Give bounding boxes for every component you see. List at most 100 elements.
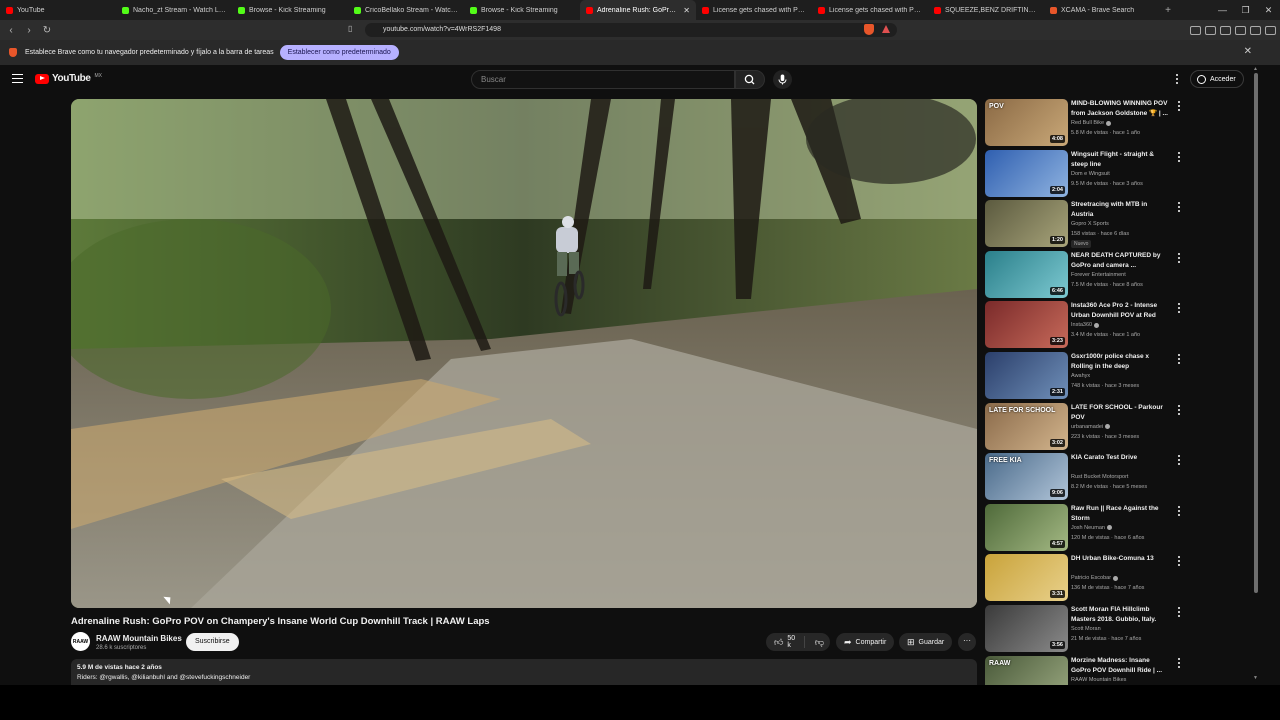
- video-thumbnail[interactable]: 3:23: [985, 301, 1068, 349]
- related-video-card[interactable]: RAAW Morzine Madness: Insane GoPro POV Do…: [985, 655, 1190, 685]
- wallet-icon[interactable]: [1220, 25, 1231, 35]
- video-thumbnail[interactable]: 3:31: [985, 554, 1068, 602]
- related-channel[interactable]: urbanamadei: [1071, 424, 1111, 430]
- share-button[interactable]: ➦ Compartir: [836, 633, 895, 651]
- video-thumbnail[interactable]: RAAW: [985, 655, 1068, 685]
- menu-icon[interactable]: [1265, 25, 1276, 35]
- video-thumbnail[interactable]: FREE KIA 9:06: [985, 453, 1068, 501]
- related-channel[interactable]: Gopro X Sports: [1071, 221, 1109, 227]
- search-button[interactable]: [735, 70, 765, 89]
- browser-tab[interactable]: Nacho_zt Stream - Watch Live on Kick: [116, 0, 232, 20]
- close-tab-icon[interactable]: ✕: [683, 6, 690, 15]
- bookmark-icon[interactable]: ▯: [348, 24, 352, 33]
- related-video-card[interactable]: 6:46 NEAR DEATH CAPTURED by GoPro and cam…: [985, 250, 1190, 299]
- browser-tab[interactable]: CricoBellako Stream - Watch Live on Kick: [348, 0, 464, 20]
- video-player[interactable]: [71, 99, 977, 608]
- related-channel[interactable]: Rust Bucket Motorsport: [1071, 474, 1128, 480]
- related-video-title[interactable]: KIA Carato Test Drive: [1071, 453, 1171, 463]
- page-scrollbar[interactable]: ▲ ▼: [1252, 65, 1260, 685]
- related-channel[interactable]: Scott Moran: [1071, 626, 1101, 632]
- channel-avatar[interactable]: RAAW: [71, 632, 90, 651]
- scroll-down-icon[interactable]: ▼: [1253, 675, 1258, 681]
- sidebar-icon[interactable]: [1205, 25, 1216, 35]
- related-channel[interactable]: Patricio Escobar: [1071, 575, 1119, 581]
- related-video-title[interactable]: NEAR DEATH CAPTURED by GoPro and camera …: [1071, 251, 1171, 271]
- more-actions-button[interactable]: ···: [958, 633, 976, 651]
- more-options-icon[interactable]: [1178, 505, 1181, 517]
- related-video-title[interactable]: Scott Moran FIA Hillclimb Masters 2018. …: [1071, 605, 1171, 625]
- related-video-title[interactable]: LATE FOR SCHOOL - Parkour POV: [1071, 403, 1171, 423]
- browser-tab[interactable]: Browse - Kick Streaming: [464, 0, 580, 20]
- settings-more-icon[interactable]: [1176, 74, 1179, 85]
- channel-name[interactable]: RAAW Mountain Bikes: [96, 634, 182, 643]
- more-options-icon[interactable]: [1178, 202, 1181, 213]
- related-video-title[interactable]: Gsxr1000r police chase x Rolling in the …: [1071, 352, 1171, 372]
- more-options-icon[interactable]: [1178, 657, 1181, 669]
- more-options-icon[interactable]: [1178, 101, 1181, 112]
- back-icon[interactable]: ‹: [4, 25, 18, 36]
- video-thumbnail[interactable]: LATE FOR SCHOOL 3:02: [985, 402, 1068, 450]
- related-channel[interactable]: Josh Neuman: [1071, 525, 1112, 531]
- hamburger-menu-icon[interactable]: [12, 74, 23, 83]
- more-options-icon[interactable]: [1178, 252, 1181, 264]
- dislike-button[interactable]: 👎︎: [809, 637, 830, 647]
- browser-tab[interactable]: License gets chased with Punchman: [812, 0, 928, 20]
- browser-tab[interactable]: XCAMA - Brave Search: [1044, 0, 1160, 20]
- related-channel[interactable]: Dom e Wingsuit: [1071, 171, 1110, 177]
- related-video-title[interactable]: MIND-BLOWING WINNING POV from Jackson Go…: [1071, 99, 1171, 119]
- related-video-title[interactable]: Morzine Madness: Insane GoPro POV Downhi…: [1071, 656, 1171, 676]
- related-video-title[interactable]: Raw Run || Race Against the Storm: [1071, 504, 1171, 524]
- more-options-icon[interactable]: [1178, 607, 1181, 618]
- like-button[interactable]: 👍︎ 50 k: [766, 635, 805, 649]
- related-video-card[interactable]: 2:04 Wingsuit Flight - straight & steep l…: [985, 149, 1190, 198]
- close-window-icon[interactable]: ✕: [1257, 5, 1280, 16]
- scrollbar-thumb[interactable]: [1254, 73, 1258, 593]
- video-thumbnail[interactable]: 1:20: [985, 200, 1068, 248]
- more-options-icon[interactable]: [1178, 303, 1181, 314]
- related-video-card[interactable]: 4:57 Raw Run || Race Against the Storm Jos…: [985, 503, 1190, 552]
- forward-icon[interactable]: ›: [22, 25, 36, 36]
- browser-tab[interactable]: YouTube: [0, 0, 116, 20]
- minimize-icon[interactable]: —: [1211, 5, 1234, 15]
- maximize-icon[interactable]: ❐: [1234, 5, 1257, 16]
- related-video-title[interactable]: DH Urban Bike-Comuna 13: [1071, 554, 1171, 564]
- video-thumbnail[interactable]: POV 4:08: [985, 99, 1068, 146]
- vpn-icon[interactable]: [1235, 25, 1246, 35]
- video-thumbnail[interactable]: 4:57: [985, 503, 1068, 551]
- subscribe-button[interactable]: Suscribirse: [186, 633, 239, 651]
- related-channel[interactable]: Red Bull Bike: [1071, 120, 1112, 126]
- youtube-logo[interactable]: YouTube MX: [35, 73, 102, 84]
- related-channel[interactable]: Forever Entertainment: [1071, 272, 1126, 278]
- description-box[interactable]: 5.9 M de vistas hace 2 años Riders: @rgw…: [71, 659, 977, 685]
- url-field[interactable]: youtube.com/watch?v=4WrRS2F1498: [365, 23, 897, 37]
- save-button[interactable]: ⊞ Guardar: [899, 633, 953, 651]
- more-options-icon[interactable]: [1178, 151, 1181, 163]
- sign-in-button[interactable]: Acceder: [1190, 70, 1244, 88]
- related-video-card[interactable]: 1:20 Streetracing with MTB in Austria Gopr…: [985, 200, 1190, 249]
- video-thumbnail[interactable]: 6:46: [985, 250, 1068, 298]
- more-options-icon[interactable]: [1178, 404, 1181, 416]
- scroll-up-icon[interactable]: ▲: [1253, 66, 1258, 72]
- reload-icon[interactable]: ↻: [40, 25, 54, 36]
- browser-tab[interactable]: Browse - Kick Streaming: [232, 0, 348, 20]
- related-video-card[interactable]: 2:31 Gsxr1000r police chase x Rolling in …: [985, 352, 1190, 400]
- brave-rewards-icon[interactable]: [882, 25, 890, 33]
- set-default-button[interactable]: Establecer como predeterminado: [279, 45, 399, 60]
- browser-tab[interactable]: License gets chased with Punchman: [696, 0, 812, 20]
- related-video-title[interactable]: Wingsuit Flight - straight & steep line: [1071, 150, 1171, 170]
- brave-shields-icon[interactable]: [864, 24, 874, 35]
- video-thumbnail[interactable]: 2:31: [985, 352, 1068, 399]
- browser-tab[interactable]: Adrenaline Rush: GoPro POV on Champery's…: [580, 0, 696, 20]
- profile-icon[interactable]: [1250, 25, 1261, 35]
- related-video-card[interactable]: 3:31 DH Urban Bike-Comuna 13 Patricio Esco…: [985, 554, 1190, 602]
- close-icon[interactable]: ✕: [1244, 46, 1252, 57]
- related-video-card[interactable]: 3:56 Scott Moran FIA Hillclimb Masters 20…: [985, 605, 1190, 653]
- browser-tab[interactable]: SQUEEZE,BENZ DRIFTING on TIME: [928, 0, 1044, 20]
- related-video-title[interactable]: Insta360 Ace Pro 2 - Intense Urban Downh…: [1071, 301, 1171, 321]
- video-thumbnail[interactable]: 3:56: [985, 605, 1068, 652]
- related-channel[interactable]: Insta360: [1071, 322, 1100, 328]
- related-video-card[interactable]: FREE KIA 9:06 KIA Carato Test Drive Rust Bu…: [985, 453, 1190, 501]
- new-tab-icon[interactable]: +: [1160, 5, 1176, 16]
- related-video-card[interactable]: POV 4:08 MIND-BLOWING WINNING POV from Jac…: [985, 99, 1190, 147]
- related-video-title[interactable]: Streetracing with MTB in Austria: [1071, 200, 1171, 220]
